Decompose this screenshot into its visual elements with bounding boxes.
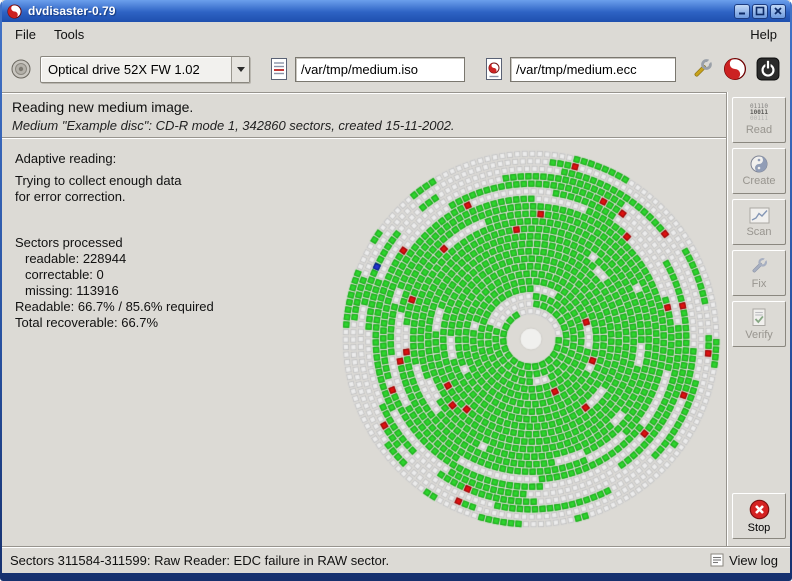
read-button-label: Read bbox=[746, 124, 772, 136]
minimize-icon bbox=[737, 6, 747, 16]
iso-file-icon bbox=[268, 57, 290, 81]
close-icon bbox=[773, 6, 783, 16]
maximize-button[interactable] bbox=[752, 4, 768, 19]
fix-button-label: Fix bbox=[752, 278, 767, 290]
operation-title: Reading new medium image. bbox=[12, 99, 716, 115]
ecc-file-icon bbox=[483, 57, 505, 81]
close-button[interactable] bbox=[770, 4, 786, 19]
total-recoverable: Total recoverable: 66.7% bbox=[15, 315, 214, 331]
preferences-button[interactable] bbox=[688, 55, 716, 83]
sectors-missing: missing: 113916 bbox=[15, 283, 214, 299]
yin-yang-icon bbox=[750, 155, 768, 173]
drive-select[interactable]: Optical drive 52X FW 1.02 bbox=[40, 56, 250, 83]
scan-button[interactable]: Scan bbox=[732, 199, 786, 245]
chevron-down-icon bbox=[237, 67, 245, 72]
drive-icon bbox=[10, 58, 32, 80]
stop-button[interactable]: Stop bbox=[732, 493, 786, 539]
power-icon bbox=[756, 57, 780, 81]
drive-select-value: Optical drive 52X FW 1.02 bbox=[41, 62, 231, 77]
verify-doc-icon bbox=[750, 308, 768, 327]
fix-button[interactable]: Fix bbox=[732, 250, 786, 296]
menubar: File Tools Help bbox=[2, 22, 790, 46]
operation-header: Reading new medium image. Medium "Exampl… bbox=[2, 94, 726, 137]
create-button[interactable]: Create bbox=[732, 148, 786, 194]
scan-button-label: Scan bbox=[746, 226, 771, 238]
dvdisaster-logo-icon bbox=[7, 4, 22, 19]
dvdisaster-disc-icon bbox=[723, 57, 747, 81]
adaptive-reading-desc1: Trying to collect enough data bbox=[15, 173, 214, 189]
progress-area: Adaptive reading: Trying to collect enou… bbox=[2, 139, 726, 546]
action-sidebar: 01110 10011 00111 Read Create bbox=[728, 92, 790, 546]
adaptive-reading-heading: Adaptive reading: bbox=[15, 151, 214, 167]
read-button[interactable]: 01110 10011 00111 Read bbox=[732, 97, 786, 143]
menu-file[interactable]: File bbox=[6, 24, 45, 45]
scan-chart-icon bbox=[749, 207, 770, 224]
window-frame: dvdisaster-0.79 File Tools Hel bbox=[0, 0, 792, 581]
sectors-readable: readable: 228944 bbox=[15, 251, 214, 267]
window-title: dvdisaster-0.79 bbox=[28, 4, 732, 18]
disc-spiral bbox=[319, 139, 726, 541]
stop-button-label: Stop bbox=[748, 522, 771, 534]
menu-help[interactable]: Help bbox=[741, 24, 786, 45]
fix-wrench-icon bbox=[749, 256, 769, 276]
sectors-correctable: correctable: 0 bbox=[15, 267, 214, 283]
stop-icon bbox=[749, 499, 770, 520]
ecc-path-input[interactable] bbox=[510, 57, 676, 82]
medium-info: Medium "Example disc": CD-R mode 1, 3428… bbox=[12, 118, 716, 133]
view-log-button[interactable]: View log bbox=[706, 551, 782, 570]
readable-percent: Readable: 66.7% / 85.6% required bbox=[15, 299, 214, 315]
status-message: Sectors 311584-311599: Raw Reader: EDC f… bbox=[10, 553, 706, 568]
reading-info-panel: Adaptive reading: Trying to collect enou… bbox=[15, 151, 214, 331]
spacer bbox=[15, 205, 214, 235]
main-panel: Reading new medium image. Medium "Exampl… bbox=[2, 92, 726, 546]
wrench-icon bbox=[690, 57, 714, 81]
dvdisaster-logo-button[interactable] bbox=[721, 55, 749, 83]
menu-tools[interactable]: Tools bbox=[45, 24, 93, 45]
verify-button-label: Verify bbox=[745, 329, 773, 341]
content-area: Reading new medium image. Medium "Exampl… bbox=[2, 92, 790, 546]
iso-path-input[interactable] bbox=[295, 57, 465, 82]
adaptive-reading-desc2: for error correction. bbox=[15, 189, 214, 205]
log-icon bbox=[710, 553, 724, 567]
maximize-icon bbox=[755, 6, 765, 16]
quit-button[interactable] bbox=[754, 55, 782, 83]
app-window: dvdisaster-0.79 File Tools Hel bbox=[2, 0, 790, 573]
sectors-heading: Sectors processed bbox=[15, 235, 214, 251]
verify-button[interactable]: Verify bbox=[732, 301, 786, 347]
titlebar[interactable]: dvdisaster-0.79 bbox=[2, 0, 790, 22]
statusbar: Sectors 311584-311599: Raw Reader: EDC f… bbox=[2, 546, 790, 573]
toolbar: Optical drive 52X FW 1.02 bbox=[2, 46, 790, 92]
drive-select-arrow[interactable] bbox=[231, 57, 249, 82]
minimize-button[interactable] bbox=[734, 4, 750, 19]
binary-read-icon: 01110 10011 00111 bbox=[750, 104, 768, 122]
view-log-label: View log bbox=[729, 553, 778, 568]
create-button-label: Create bbox=[742, 175, 775, 187]
